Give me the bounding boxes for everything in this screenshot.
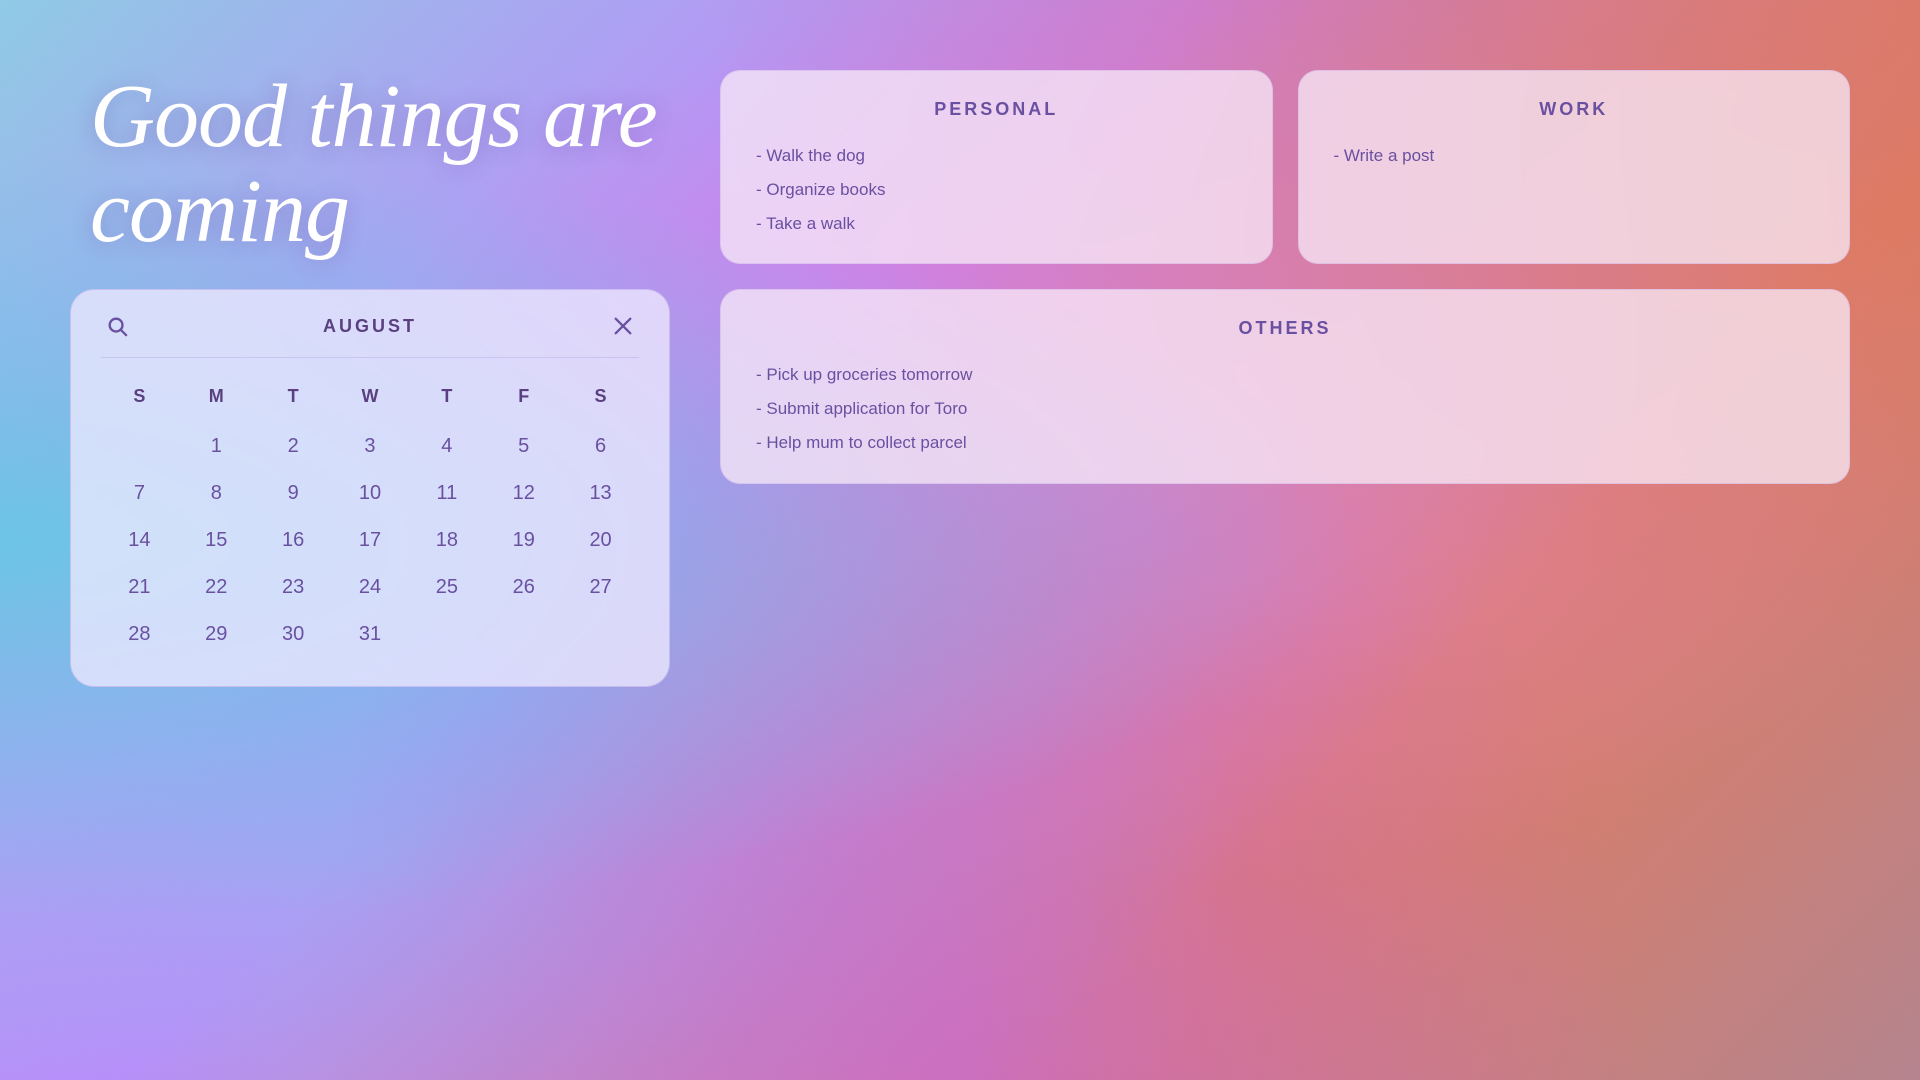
personal-title: PERSONAL: [756, 99, 1237, 120]
work-title: WORK: [1334, 99, 1815, 120]
cal-day-25[interactable]: 25: [408, 566, 485, 609]
personal-card: PERSONAL - Walk the dog - Organize books…: [720, 70, 1273, 264]
work-task-list: - Write a post: [1334, 144, 1815, 168]
cal-day-24[interactable]: 24: [332, 566, 409, 609]
right-panel: PERSONAL - Walk the dog - Organize books…: [720, 60, 1850, 484]
cal-day-3[interactable]: 3: [332, 425, 409, 468]
cal-day-17[interactable]: 17: [332, 519, 409, 562]
dow-mon: M: [178, 378, 255, 415]
cal-day-27[interactable]: 27: [562, 566, 639, 609]
personal-task-2: - Organize books: [756, 178, 1237, 202]
dow-sat: S: [562, 378, 639, 415]
calendar-grid: S M T W T F S 01234567891011121314151617…: [101, 378, 639, 656]
others-title: OTHERS: [756, 318, 1814, 339]
others-task-3: - Help mum to collect parcel: [756, 431, 1814, 455]
cal-day-28[interactable]: 28: [101, 613, 178, 656]
dow-wed: W: [332, 378, 409, 415]
cal-day-10[interactable]: 10: [332, 472, 409, 515]
cal-day-29[interactable]: 29: [178, 613, 255, 656]
cal-day-30[interactable]: 30: [255, 613, 332, 656]
others-task-2: - Submit application for Toro: [756, 397, 1814, 421]
cal-day-14[interactable]: 14: [101, 519, 178, 562]
calendar-month: AUGUST: [323, 316, 417, 337]
personal-task-1: - Walk the dog: [756, 144, 1237, 168]
work-card: WORK - Write a post: [1298, 70, 1851, 264]
others-card: OTHERS - Pick up groceries tomorrow - Su…: [720, 289, 1850, 483]
dow-tue: T: [255, 378, 332, 415]
cal-day-8[interactable]: 8: [178, 472, 255, 515]
cal-day-20[interactable]: 20: [562, 519, 639, 562]
main-layout: Good things are coming AUGUST: [0, 0, 1920, 1080]
cal-day-19[interactable]: 19: [485, 519, 562, 562]
calendar-days: 0123456789101112131415161718192021222324…: [101, 425, 639, 656]
cal-day-12[interactable]: 12: [485, 472, 562, 515]
cal-day-21[interactable]: 21: [101, 566, 178, 609]
others-task-list: - Pick up groceries tomorrow - Submit ap…: [756, 363, 1814, 454]
hero-title: Good things are coming: [70, 60, 670, 259]
left-panel: Good things are coming AUGUST: [70, 60, 670, 687]
dow-sun: S: [101, 378, 178, 415]
others-task-1: - Pick up groceries tomorrow: [756, 363, 1814, 387]
calendar-widget: AUGUST S M T W T F S: [70, 289, 670, 687]
cal-day-11[interactable]: 11: [408, 472, 485, 515]
personal-task-list: - Walk the dog - Organize books - Take a…: [756, 144, 1237, 235]
cal-day-13[interactable]: 13: [562, 472, 639, 515]
cal-day-26[interactable]: 26: [485, 566, 562, 609]
search-icon[interactable]: [101, 310, 133, 342]
cal-day-7[interactable]: 7: [101, 472, 178, 515]
close-button[interactable]: [607, 310, 639, 342]
cal-day-4[interactable]: 4: [408, 425, 485, 468]
cal-day-16[interactable]: 16: [255, 519, 332, 562]
cal-day-23[interactable]: 23: [255, 566, 332, 609]
cal-day-6[interactable]: 6: [562, 425, 639, 468]
dow-thu: T: [408, 378, 485, 415]
cal-day-2[interactable]: 2: [255, 425, 332, 468]
cal-day-22[interactable]: 22: [178, 566, 255, 609]
calendar-header: AUGUST: [101, 310, 639, 358]
cal-day-18[interactable]: 18: [408, 519, 485, 562]
cal-day-15[interactable]: 15: [178, 519, 255, 562]
cal-day-5[interactable]: 5: [485, 425, 562, 468]
cal-day-9[interactable]: 9: [255, 472, 332, 515]
cal-day-1[interactable]: 1: [178, 425, 255, 468]
cal-day-31[interactable]: 31: [332, 613, 409, 656]
personal-task-3: - Take a walk: [756, 212, 1237, 236]
work-task-1: - Write a post: [1334, 144, 1815, 168]
days-of-week-row: S M T W T F S: [101, 378, 639, 415]
dow-fri: F: [485, 378, 562, 415]
